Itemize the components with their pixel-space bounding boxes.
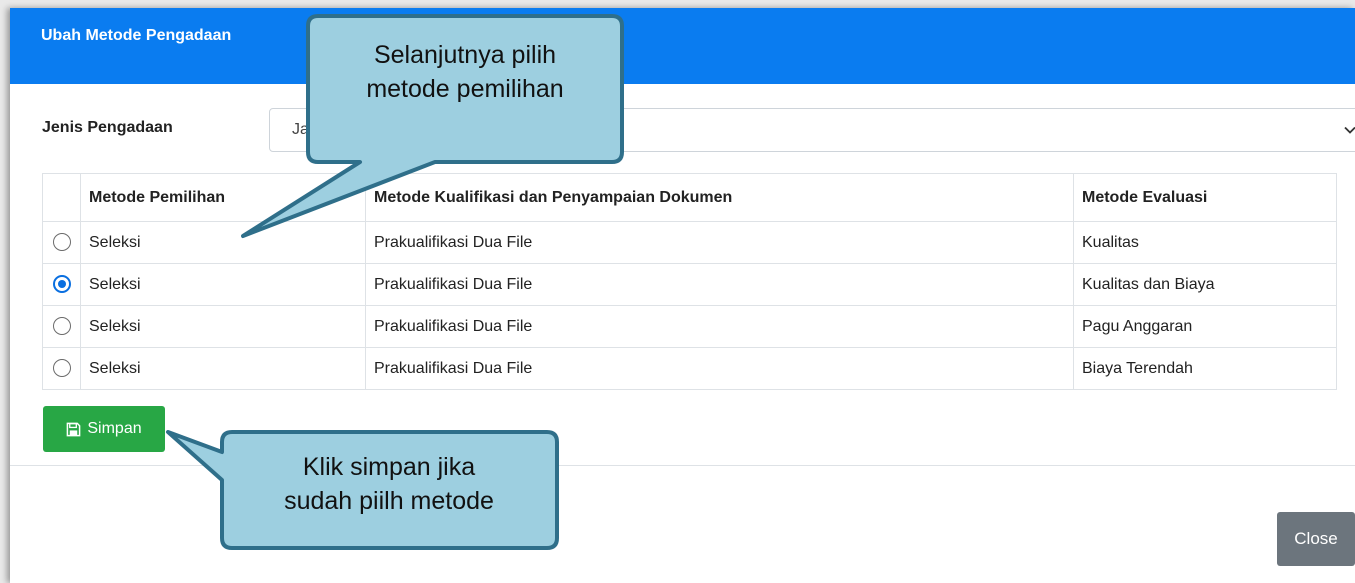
procurement-type-value: Jasa Konsultansi Badan Usaha Konstruksi (292, 121, 594, 138)
cell-evaluasi: Pagu Anggaran (1073, 305, 1337, 348)
radio-cell (42, 221, 81, 264)
procurement-type-row: Jenis Pengadaan Jasa Konsultansi Badan U… (42, 108, 1355, 152)
method-radio[interactable] (52, 359, 71, 378)
change-procurement-method-modal: Ubah Metode Pengadaan Jenis Pengadaan Ja… (10, 8, 1355, 583)
callout-line: Selanjutnya pilih (373, 41, 557, 69)
header-metode-evaluasi: Metode Evaluasi (1073, 173, 1337, 222)
method-table: Metode Pemilihan Metode Kualifikasi dan … (42, 173, 1337, 390)
save-button-label: Simpan (87, 420, 142, 437)
modal-header: Ubah Metode Pengadaan (10, 8, 1355, 84)
radio-header (42, 173, 81, 222)
table-row[interactable]: Seleksi Prakualifikasi Dua File Kualitas (42, 221, 1337, 264)
table-row[interactable]: Seleksi Prakualifikasi Dua File Biaya Te… (42, 347, 1337, 390)
cell-kualifikasi: Prakualifikasi Dua File (365, 263, 1074, 306)
callout-save-text: Klik simpan jika sudah piilh metode (225, 450, 553, 518)
header-metode-kualifikasi: Metode Kualifikasi dan Penyampaian Dokum… (365, 173, 1074, 222)
cell-metode: Seleksi (80, 263, 366, 306)
modal-title: Ubah Metode Pengadaan (41, 27, 232, 44)
radio-cell (42, 347, 81, 390)
cell-kualifikasi: Prakualifikasi Dua File (365, 221, 1074, 264)
cell-metode: Seleksi (80, 305, 366, 348)
save-button[interactable]: Simpan (43, 406, 165, 452)
callout-line: Klik simpan jika (302, 453, 476, 481)
callout-line: metode pemilihan (366, 75, 564, 103)
table-row[interactable]: Seleksi Prakualifikasi Dua File Kualitas… (42, 263, 1337, 306)
table-row[interactable]: Seleksi Prakualifikasi Dua File Pagu Ang… (42, 305, 1337, 348)
chevron-down-icon (1344, 126, 1355, 134)
table-header-row: Metode Pemilihan Metode Kualifikasi dan … (42, 173, 1337, 222)
method-radio-selected[interactable] (52, 275, 71, 294)
close-button[interactable]: Close (1277, 512, 1355, 566)
floppy-disk-icon (67, 422, 81, 436)
procurement-type-select[interactable]: Jasa Konsultansi Badan Usaha Konstruksi (269, 108, 1355, 152)
cell-evaluasi: Kualitas dan Biaya (1073, 263, 1337, 306)
callout-select-method-text: Selanjutnya pilih metode pemilihan (310, 38, 620, 106)
radio-cell (42, 305, 81, 348)
cell-evaluasi: Kualitas (1073, 221, 1337, 264)
procurement-type-label: Jenis Pengadaan (42, 119, 173, 136)
radio-cell (42, 263, 81, 306)
cell-metode: Seleksi (80, 221, 366, 264)
callout-line: sudah piilh metode (284, 487, 494, 515)
cell-kualifikasi: Prakualifikasi Dua File (365, 305, 1074, 348)
cell-evaluasi: Biaya Terendah (1073, 347, 1337, 390)
cell-kualifikasi: Prakualifikasi Dua File (365, 347, 1074, 390)
header-metode-pemilihan: Metode Pemilihan (80, 173, 366, 222)
method-radio[interactable] (52, 233, 71, 252)
cell-metode: Seleksi (80, 347, 366, 390)
method-radio[interactable] (52, 317, 71, 336)
footer-divider (10, 465, 1355, 466)
